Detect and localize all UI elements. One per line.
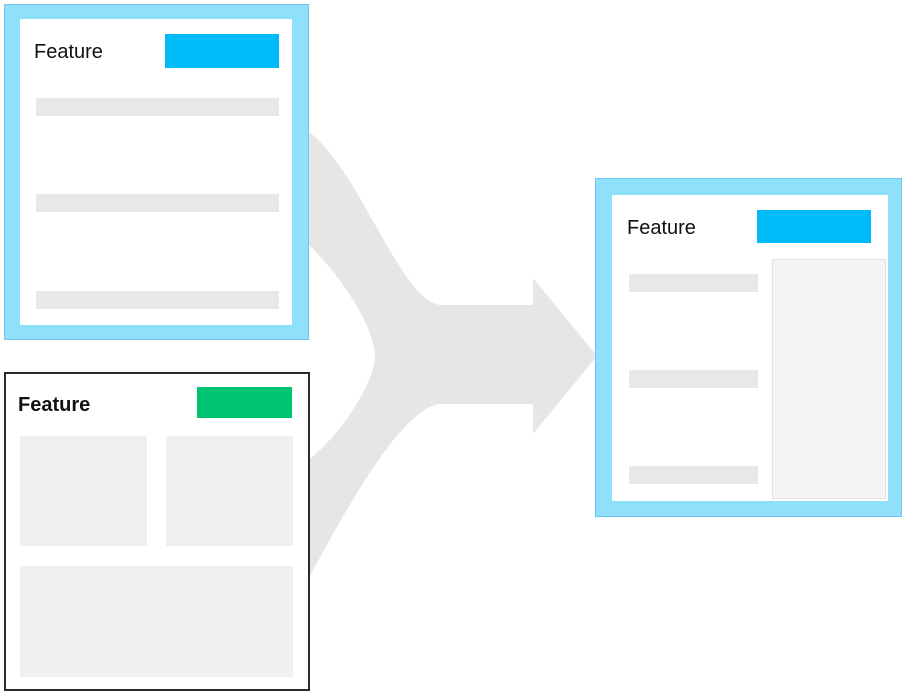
card-c-row-3 [629, 466, 758, 484]
card-c-side-panel [772, 259, 886, 499]
card-a-title: Feature [34, 41, 103, 63]
card-c-row-2 [629, 370, 758, 388]
card-b-title: Feature [18, 394, 91, 416]
card-a-row-2 [36, 194, 279, 212]
card-b-block-1 [20, 436, 147, 546]
card-c-accent-button [757, 210, 871, 243]
card-a-row-1 [36, 98, 279, 116]
card-a-row-3 [36, 291, 279, 309]
card-b-accent-button [197, 387, 292, 418]
card-c-title: Feature [627, 217, 696, 239]
merge-arrow-shape [309, 132, 597, 578]
card-c-row-1 [629, 274, 758, 292]
card-a-accent-button [165, 34, 279, 68]
card-b-block-2 [166, 436, 293, 546]
card-b-block-3 [20, 566, 293, 677]
